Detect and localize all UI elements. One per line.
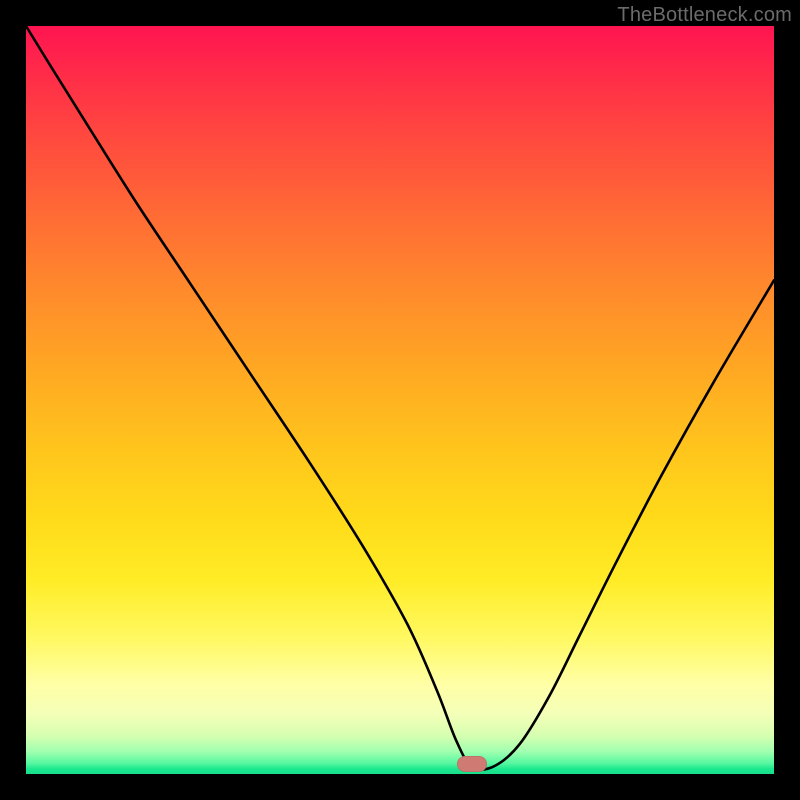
optimal-marker [457,756,487,772]
bottleneck-curve [26,26,774,774]
plot-area [26,26,774,774]
chart-frame: TheBottleneck.com [0,0,800,800]
watermark-text: TheBottleneck.com [617,4,792,27]
